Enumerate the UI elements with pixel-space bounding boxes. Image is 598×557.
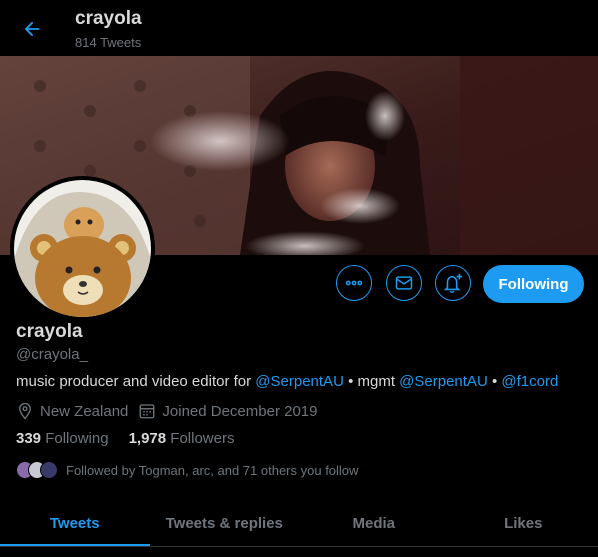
- profile-meta: New Zealand Joined December 2019: [16, 401, 328, 421]
- tab-likes[interactable]: Likes: [449, 500, 598, 546]
- avatar[interactable]: [10, 176, 155, 321]
- display-name: crayola: [16, 321, 83, 342]
- arrow-left-icon: [24, 21, 40, 37]
- follower-avatars: [16, 461, 60, 479]
- message-button[interactable]: [386, 265, 422, 301]
- follower-avatar: [40, 461, 58, 479]
- tabs-divider: [0, 546, 598, 547]
- following-count-link[interactable]: 339 Following: [16, 430, 109, 447]
- location: New Zealand: [16, 402, 128, 420]
- following-button[interactable]: Following: [483, 265, 584, 303]
- profile-header: crayola 814 Tweets: [0, 0, 598, 56]
- envelope-icon: [395, 276, 413, 290]
- join-date: Joined December 2019: [138, 402, 318, 420]
- followers-count: 1,978: [128, 430, 167, 447]
- tab-tweets-replies[interactable]: Tweets & replies: [150, 500, 300, 546]
- more-options-button[interactable]: [336, 265, 372, 301]
- mention-link[interactable]: @SerpentAU: [399, 373, 488, 390]
- follow-stats: 339 Following 1,978 Followers: [16, 430, 254, 447]
- mention-link[interactable]: @f1cord: [501, 373, 558, 390]
- calendar-icon: [138, 402, 156, 420]
- bio-text: •: [487, 373, 502, 390]
- tab-media[interactable]: Media: [299, 500, 449, 546]
- following-count: 339: [16, 430, 42, 447]
- bio-text: music producer and video editor for: [16, 373, 256, 390]
- more-horizontal-icon: [345, 280, 363, 286]
- bell-plus-icon: [443, 273, 463, 293]
- tab-tweets[interactable]: Tweets: [0, 500, 150, 546]
- user-handle: @crayola_: [16, 346, 88, 363]
- bio-text: • mgmt: [343, 373, 400, 390]
- location-text: New Zealand: [40, 402, 129, 420]
- notifications-button[interactable]: [435, 265, 471, 301]
- following-label: Following: [45, 430, 109, 447]
- followers-label: Followers: [170, 430, 235, 447]
- back-button[interactable]: [19, 16, 45, 42]
- followers-count-link[interactable]: 1,978 Followers: [129, 430, 235, 447]
- followed-by-text: Followed by Togman, arc, and 71 others y…: [66, 462, 359, 478]
- join-date-text: Joined December 2019: [162, 402, 318, 420]
- profile-tabs: Tweets Tweets & replies Media Likes: [0, 500, 598, 546]
- bio: music producer and video editor for @Ser…: [16, 373, 558, 390]
- tweet-count: 814 Tweets: [75, 35, 142, 50]
- mention-link[interactable]: @SerpentAU: [255, 373, 344, 390]
- avatar-image: [14, 180, 151, 317]
- followed-by[interactable]: Followed by Togman, arc, and 71 others y…: [16, 460, 358, 480]
- header-title: crayola: [75, 8, 142, 29]
- location-pin-icon: [16, 402, 34, 420]
